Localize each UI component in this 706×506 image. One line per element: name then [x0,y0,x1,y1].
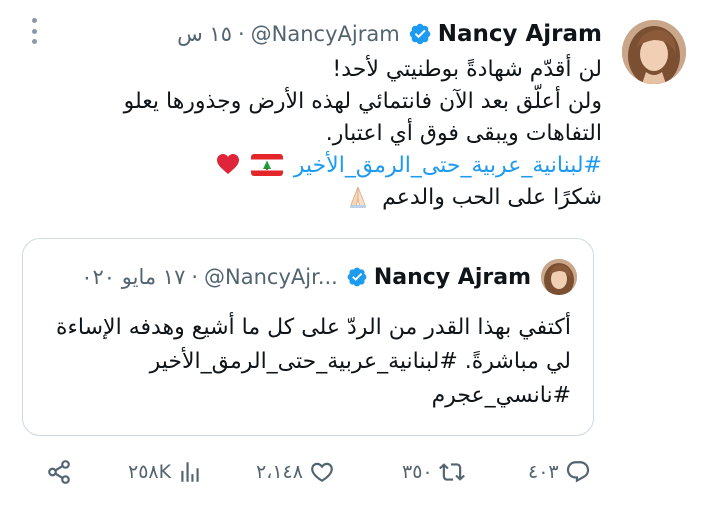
share-icon [48,460,70,484]
more-icon[interactable] [28,18,40,44]
quoted-author-handle: @NancyAjr... [204,265,338,289]
retweet-icon [438,463,465,481]
quoted-line: أكتفي بهذا القدر من الردّ على كل ما أشيع… [56,315,571,340]
tweet-line: لن أقدّم شهادةً بوطنيتي لأحد! [332,57,602,82]
quoted-author-avatar [541,259,577,295]
tweet-header: Nancy Ajram @NancyAjram · ١٥ س [177,16,602,52]
views-button[interactable]: ٢٥٨K [128,452,203,492]
lebanon-flag-icon [250,154,283,176]
hashtag-link[interactable]: #لبنانية_عربية_حتى_الرمق_الأخير [294,153,602,178]
hashtag-line: #لبنانية_عربية_حتى_الرمق_الأخير [102,150,602,182]
views-icon [181,462,199,482]
quoted-tweet-time: ١٧ مايو ٠٢٠ [81,265,186,289]
author-avatar[interactable] [622,20,686,84]
verified-badge-icon [347,267,367,287]
quoted-tweet-header: Nancy Ajram @NancyAjr... · ١٧ مايو ٠٢٠ [81,257,531,297]
heart-icon [311,462,333,482]
author-name[interactable]: Nancy Ajram [438,21,602,47]
verified-badge-icon [409,23,430,45]
reply-icon [566,461,589,483]
red-heart-icon [216,154,239,174]
quoted-author-name: Nancy Ajram [373,264,531,290]
like-button[interactable]: ٢،١٤٨ [256,452,335,492]
reply-count: ٤٠٣ [528,461,559,483]
retweet-button[interactable]: ٣٥٠ [402,452,465,492]
tweet-time[interactable]: ١٥ س [177,22,232,46]
quoted-tweet[interactable]: Nancy Ajram @NancyAjr... · ١٧ مايو ٠٢٠ أ… [22,238,594,436]
thanks-line: شكرًا على الحب والدعم [102,182,602,214]
quoted-tweet-text: أكتفي بهذا القدر من الردّ على كل ما أشيع… [41,311,571,413]
action-bar: ٤٠٣ ٣٥٠ ٢،١٤٨ ٢٥٨K [0,452,706,492]
thanks-text: شكرًا على الحب والدعم [382,185,602,210]
tweet-text: لن أقدّم شهادةً بوطنيتي لأحد! ولن أعلّق … [102,54,602,214]
like-count: ٢،١٤٨ [256,461,303,483]
reply-button[interactable]: ٤٠٣ [528,452,591,492]
quoted-line: #نانسي_عجرم [431,383,571,408]
separator-dot: · [237,22,245,46]
tweet-line: التفاهات ويبقى فوق أي اعتبار. [325,121,602,146]
separator-dot: · [191,265,199,289]
retweet-count: ٣٥٠ [402,461,433,483]
praying-hands-icon [350,186,367,208]
tweet: Nancy Ajram @NancyAjram · ١٥ س لن أقدّم … [0,0,706,506]
author-handle[interactable]: @NancyAjram [251,22,400,46]
quoted-line: لي مباشرةً. #لبنانية_عربية_حتى_الرمق_الأ… [149,349,571,374]
share-button[interactable] [46,452,72,492]
views-count: ٢٥٨K [128,461,172,483]
tweet-line: ولن أعلّق بعد الآن فانتمائي لهذه الأرض و… [123,89,602,114]
